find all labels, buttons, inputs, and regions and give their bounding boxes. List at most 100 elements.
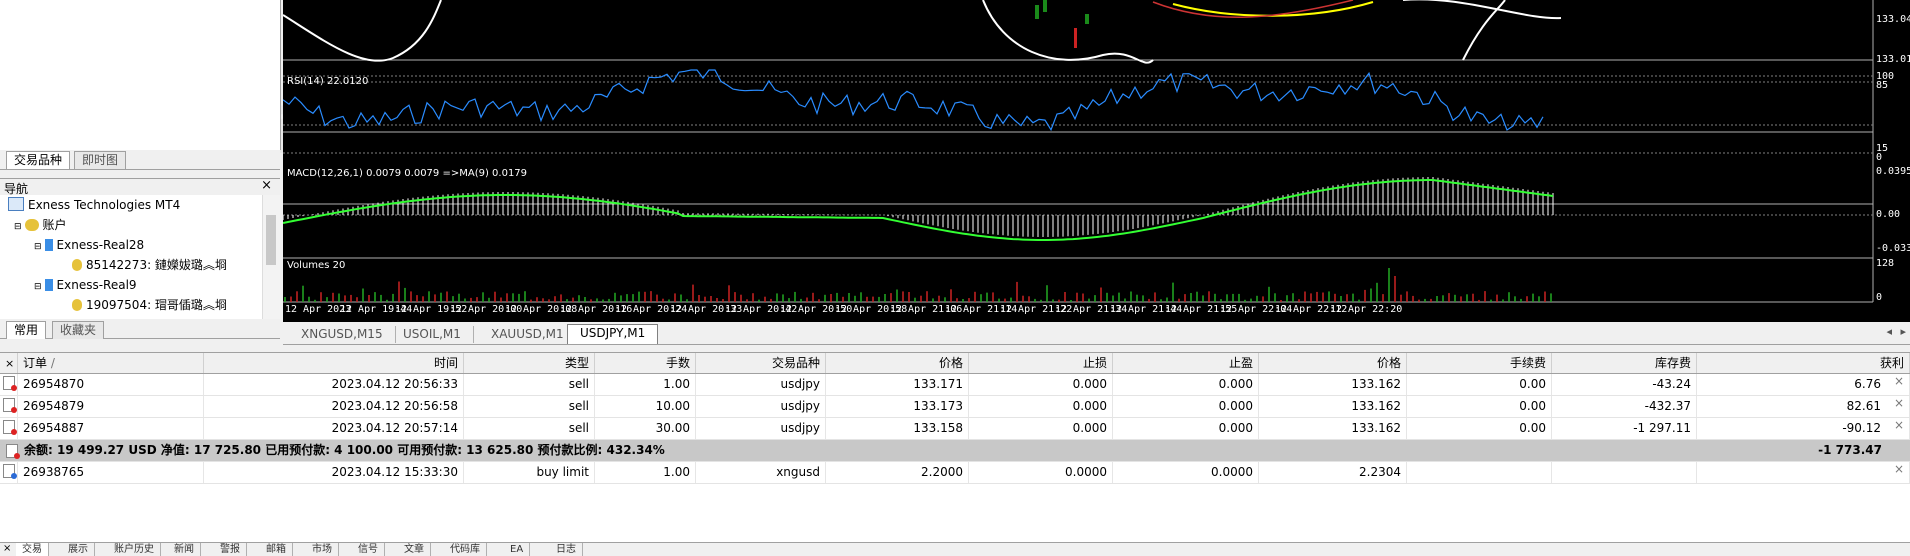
column-take-profit[interactable]: 止盈	[1113, 353, 1259, 373]
cell-swap: -432.37	[1552, 396, 1697, 417]
scrollbar-thumb[interactable]	[266, 215, 276, 265]
tree-item-label: 85142273: 鏈嬫妭璐︽埛	[86, 258, 227, 272]
chart-canvas[interactable]	[283, 0, 1910, 322]
total-profit: -1 773.47	[1818, 443, 1882, 457]
cell-stop-loss: 0.000	[969, 418, 1113, 439]
cell-swap: -1 297.11	[1552, 418, 1697, 439]
chart-tab-xngusd[interactable]: XNGUSD,M15	[289, 326, 396, 343]
close-order-icon[interactable]: ×	[1894, 418, 1904, 432]
column-stop-loss[interactable]: 止损	[969, 353, 1113, 373]
tab-favorites[interactable]: 收藏夹	[52, 321, 105, 339]
server-icon	[44, 279, 53, 291]
cell-symbol: usdjpy	[696, 374, 826, 395]
terminal-tab[interactable]: EA	[504, 543, 531, 556]
chart-tab-usdjpy[interactable]: USDJPY,M1	[567, 324, 659, 344]
terminal-tab[interactable]: 代码库	[444, 543, 487, 556]
cell-symbol: xngusd	[696, 462, 826, 483]
column-lots[interactable]: 手数	[595, 353, 696, 373]
column-current-price[interactable]: 价格	[1259, 353, 1407, 373]
cell-current-price: 133.162	[1259, 374, 1407, 395]
macd-level: 0.00	[1876, 209, 1901, 220]
macd-level: -0.0335	[1876, 243, 1910, 254]
price-chart[interactable]: 133.040 133.015 RSI(14) 22.0120 100 85 1…	[283, 0, 1910, 322]
terminal-tab[interactable]: 新闻	[168, 543, 201, 556]
accounts-icon	[24, 219, 39, 231]
order-icon-cell	[0, 462, 18, 483]
terminal-tab[interactable]: 账户历史	[108, 543, 161, 556]
sell-order-icon	[3, 376, 17, 391]
cell-lots: 30.00	[595, 418, 696, 439]
close-order-icon[interactable]: ×	[1894, 462, 1904, 476]
tab-symbols[interactable]: 交易品种	[6, 151, 71, 169]
column-swap[interactable]: 库存费	[1552, 353, 1697, 373]
table-row[interactable]: 26954870 2023.04.12 20:56:33 sell 1.00 usdjp…	[0, 374, 1910, 396]
terminal-tab[interactable]: 信号	[352, 543, 385, 556]
cell-take-profit: 0.0000	[1113, 462, 1259, 483]
chart-tabs: XNGUSD,M15 USOIL,M1 XAUUSD,M1 USDJPY,M1 …	[283, 324, 1910, 345]
header-close-icon[interactable]: ×	[0, 353, 18, 373]
terminal-tab[interactable]: 日志	[550, 543, 583, 556]
tree-item-label: Exness-Real9	[56, 278, 137, 292]
cell-order-type: buy limit	[464, 462, 595, 483]
expand-icon[interactable]: ⊟	[34, 282, 42, 292]
chart-tab-usoil[interactable]: USOIL,M1	[391, 326, 474, 343]
volume-level: 0	[1876, 292, 1883, 303]
column-profit[interactable]: 获利	[1697, 353, 1910, 373]
account-summary-row: 余额: 19 499.27 USD 净值: 17 725.80 已用预付款: 4…	[0, 440, 1910, 462]
terminal-tab[interactable]: 文章	[398, 543, 431, 556]
cell-commission: 0.00	[1407, 374, 1552, 395]
band-line	[1462, 0, 1506, 61]
terminal-tab[interactable]: 邮箱	[260, 543, 293, 556]
column-symbol[interactable]: 交易品种	[696, 353, 826, 373]
navigator-scrollbar[interactable]	[262, 195, 280, 319]
market-watch-tabs: 交易品种 即时图	[0, 150, 280, 170]
tab-common[interactable]: 常用	[6, 321, 47, 339]
navigator-tree: Exness Technologies MT4 ⊟ 账户 ⊟ Exness-Real…	[0, 195, 262, 319]
close-order-icon[interactable]: ×	[1894, 374, 1904, 388]
column-price[interactable]: 价格	[826, 353, 969, 373]
sort-indicator: /	[50, 356, 55, 370]
table-row[interactable]: 26954887 2023.04.12 20:57:14 sell 30.00 usdj…	[0, 418, 1910, 440]
cell-symbol: usdjpy	[696, 418, 826, 439]
tree-item-accounts[interactable]: ⊟ 账户	[14, 215, 67, 235]
terminal-tab[interactable]: 市场	[306, 543, 339, 556]
close-icon[interactable]: ×	[261, 178, 272, 193]
cell-lots: 10.00	[595, 396, 696, 417]
terminal-tab[interactable]: 交易	[16, 543, 49, 556]
tree-item-server[interactable]: ⊟ Exness-Real9	[34, 275, 137, 295]
tree-item-label: 账户	[42, 218, 67, 232]
table-row[interactable]: 26954879 2023.04.12 20:56:58 sell 10.00 usdj…	[0, 396, 1910, 418]
column-order[interactable]: 订单 /	[18, 353, 204, 373]
expand-icon[interactable]: ⊟	[14, 222, 22, 232]
cell-stop-loss: 0.000	[969, 396, 1113, 417]
column-commission[interactable]: 手续费	[1407, 353, 1552, 373]
cell-commission: 0.00	[1407, 418, 1552, 439]
chart-tab-xauusd[interactable]: XAUUSD,M1	[479, 326, 577, 343]
column-type[interactable]: 类型	[464, 353, 595, 373]
scroll-right-icon[interactable]: ▸	[1900, 325, 1906, 338]
terminal-tab[interactable]: 展示	[62, 543, 95, 556]
terminal-tab[interactable]: 警报	[214, 543, 247, 556]
tree-item-label: Exness Technologies MT4	[28, 198, 181, 212]
band-line	[283, 0, 442, 62]
scroll-left-icon[interactable]: ◂	[1886, 325, 1892, 338]
tree-item-broker[interactable]: Exness Technologies MT4	[8, 195, 180, 215]
column-time[interactable]: 时间	[204, 353, 464, 373]
close-order-icon[interactable]: ×	[1894, 396, 1904, 410]
volume-indicator-label: Volumes 20	[287, 260, 346, 271]
cell-order-type: sell	[464, 418, 595, 439]
tree-item-account[interactable]: 19097504: 瑁哥偛璐︽埛	[72, 295, 227, 315]
close-icon[interactable]: ×	[3, 543, 11, 554]
account-summary-text: 余额: 19 499.27 USD 净值: 17 725.80 已用预付款: 4…	[24, 443, 665, 457]
cell-open-time: 2023.04.12 20:56:58	[204, 396, 464, 417]
expand-icon[interactable]: ⊟	[34, 242, 42, 252]
cell-lots: 1.00	[595, 462, 696, 483]
tab-tick-chart[interactable]: 即时图	[74, 151, 127, 169]
candle	[1074, 28, 1077, 48]
order-icon-cell	[0, 396, 18, 417]
rsi-level: 0	[1876, 152, 1883, 163]
tree-item-account[interactable]: 85142273: 鏈嬫妭璐︽埛	[72, 255, 227, 275]
tree-item-server[interactable]: ⊟ Exness-Real28	[34, 235, 144, 255]
time-label: 12 Apr 22:20	[1330, 304, 1403, 315]
table-row[interactable]: 26938765 2023.04.12 15:33:30 buy limit 1.00…	[0, 462, 1910, 484]
